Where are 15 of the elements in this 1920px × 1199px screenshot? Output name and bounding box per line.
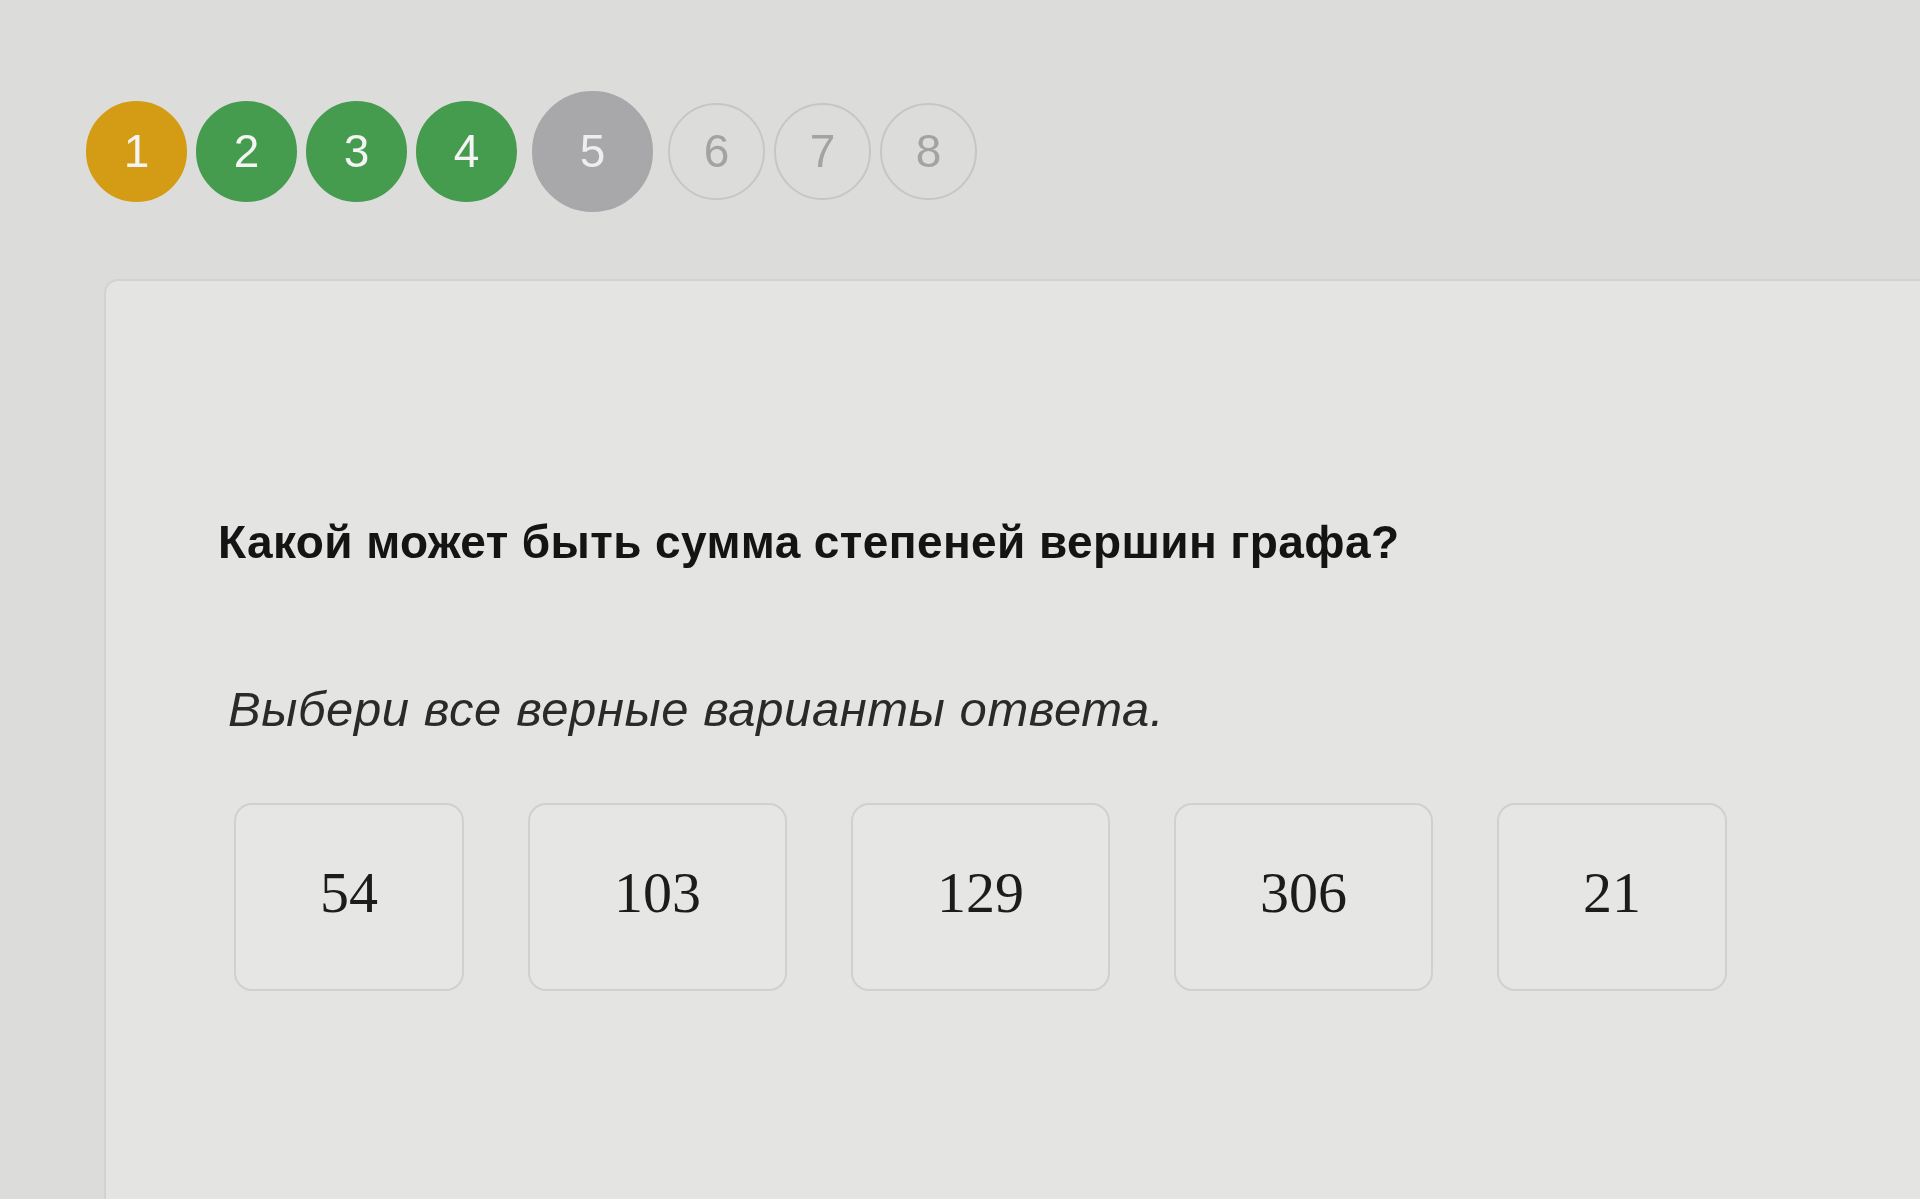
instruction-text: Выбери все верные варианты ответа.: [228, 681, 1166, 737]
step-button[interactable]: 6: [668, 102, 765, 200]
answer-option[interactable]: 306: [1174, 803, 1433, 991]
answer-option[interactable]: 54: [234, 803, 464, 991]
answer-option[interactable]: 129: [851, 803, 1110, 991]
answer-option[interactable]: 21: [1497, 803, 1727, 991]
step-button[interactable]: 3: [306, 100, 407, 202]
answer-option[interactable]: 103: [528, 803, 787, 991]
step-button[interactable]: 8: [880, 102, 977, 200]
step-button[interactable]: 5: [532, 90, 653, 212]
step-button[interactable]: 7: [774, 102, 871, 200]
question-text: Какой может быть сумма степеней вершин графа?: [218, 515, 1401, 569]
step-button[interactable]: 1: [86, 100, 187, 202]
step-button[interactable]: 2: [196, 100, 297, 202]
step-button[interactable]: 4: [416, 100, 517, 202]
